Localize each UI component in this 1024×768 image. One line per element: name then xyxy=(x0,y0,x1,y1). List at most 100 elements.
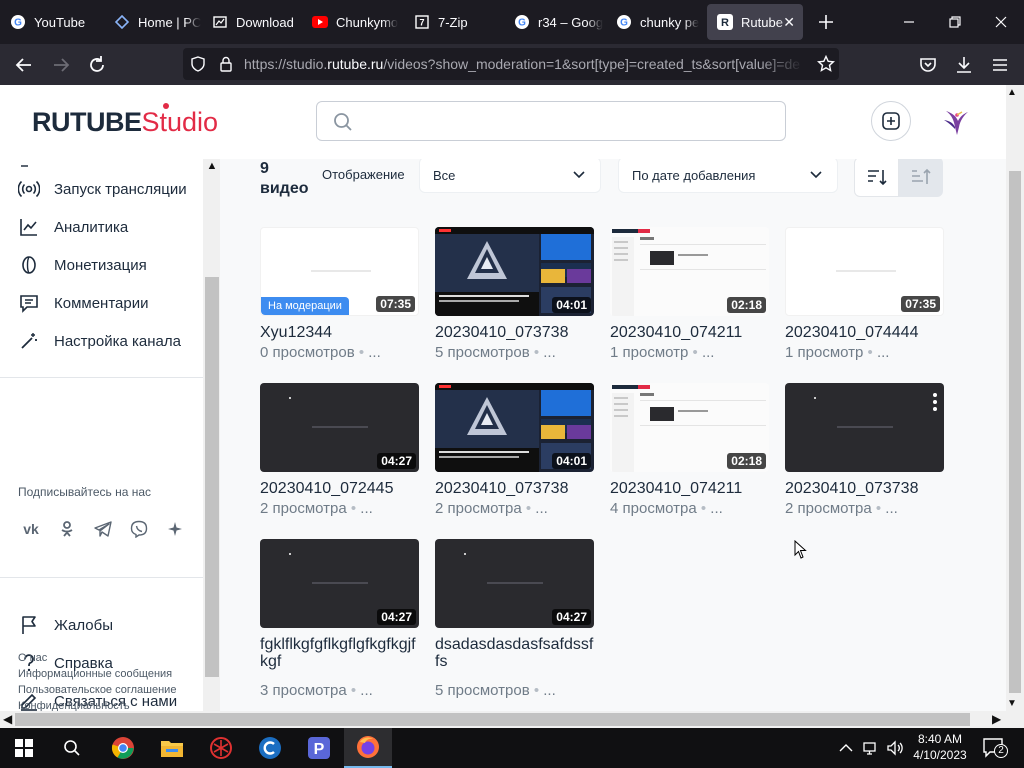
video-thumbnail[interactable]: 02:18 xyxy=(610,383,769,472)
video-title[interactable]: 20230410_074211 xyxy=(610,480,772,497)
video-title[interactable]: 20230410_074444 xyxy=(785,324,947,341)
video-title[interactable]: 20230410_072445 xyxy=(260,480,422,497)
video-title[interactable]: Xyu12344 xyxy=(260,324,422,341)
video-card[interactable]: 04:01 20230410_073738 5 просмотров • ... xyxy=(435,227,594,367)
magic-wand-icon xyxy=(21,333,37,349)
video-card[interactable]: 02:18 20230410_074211 1 просмотр • ... xyxy=(610,227,769,367)
taskbar-ccleaner[interactable] xyxy=(246,728,294,768)
sidebar-scrollbar-thumb[interactable] xyxy=(205,277,219,677)
video-title[interactable]: fgklflkgfgflkgflgfkgfkgjfkgf xyxy=(260,636,422,670)
volume-icon[interactable] xyxy=(885,738,905,758)
sort-select[interactable]: По дате добавления xyxy=(618,159,838,193)
footer-link-about[interactable]: О нас xyxy=(18,652,47,664)
video-title[interactable]: dsadasdasdasfsafdssffs xyxy=(435,636,597,670)
browser-tab-youtube[interactable]: G YouTube xyxy=(0,4,104,40)
sidebar-item-broadcast[interactable]: Запуск трансляции xyxy=(18,177,187,201)
video-thumbnail[interactable]: 07:35 На модерации xyxy=(260,227,419,316)
scroll-up-icon[interactable]: ▲ xyxy=(1007,87,1017,98)
viber-icon[interactable] xyxy=(125,515,153,543)
video-thumbnail[interactable]: 04:27 xyxy=(260,383,419,472)
browser-tab-home-pc[interactable]: Home | PC xyxy=(104,4,202,40)
address-bar[interactable]: https://studio.rutube.ru/videos?show_mod… xyxy=(183,48,839,80)
taskbar-firefox[interactable] xyxy=(344,728,392,768)
upload-video-button[interactable] xyxy=(871,101,911,141)
video-card[interactable]: 07:35 На модерации Xyu12344 0 просмотров • … xyxy=(260,227,419,367)
telegram-icon[interactable] xyxy=(89,515,117,543)
scroll-down-icon[interactable]: ▼ xyxy=(1007,698,1017,709)
more-options-icon[interactable] xyxy=(932,392,938,412)
forward-icon[interactable] xyxy=(50,54,72,76)
footer-link-user-agreement[interactable]: Пользовательское соглашение xyxy=(18,684,176,696)
video-thumbnail[interactable]: 04:27 xyxy=(435,539,594,628)
windows-start-button[interactable] xyxy=(0,728,48,768)
vk-icon[interactable]: vk xyxy=(17,515,45,543)
video-card[interactable]: 04:01 20230410_073738 2 просмотра • ... xyxy=(435,383,594,523)
shield-icon[interactable] xyxy=(190,56,206,72)
video-thumbnail[interactable]: 02:18 xyxy=(610,227,769,316)
video-title[interactable]: 20230410_073738 xyxy=(785,480,947,497)
video-thumbnail[interactable]: 04:01 xyxy=(435,227,594,316)
back-icon[interactable] xyxy=(13,54,35,76)
video-title[interactable]: 20230410_073738 xyxy=(435,324,597,341)
display-filter-select[interactable]: Все xyxy=(419,159,601,193)
new-tab-icon[interactable] xyxy=(816,12,836,32)
url-text[interactable]: https://studio.rutube.ru/videos?show_mod… xyxy=(244,56,804,72)
sidebar-scroll-up-icon[interactable]: ▲ xyxy=(205,159,219,173)
video-thumbnail[interactable] xyxy=(785,383,944,472)
page-vertical-scrollbar-thumb[interactable] xyxy=(1009,171,1021,693)
ok-icon[interactable] xyxy=(53,515,81,543)
sidebar-item-analytics[interactable]: Аналитика xyxy=(18,215,128,239)
avatar[interactable] xyxy=(936,103,974,141)
network-icon[interactable] xyxy=(861,738,881,758)
sidebar-item-complaints[interactable]: Жалобы xyxy=(18,613,113,637)
video-card[interactable]: 07:35 20230410_074444 1 просмотр • ... xyxy=(785,227,944,367)
taskbar-p-app[interactable]: P xyxy=(295,728,343,768)
browser-tab-chunky-google[interactable]: G chunky pe xyxy=(606,4,706,40)
video-thumbnail[interactable]: 04:27 xyxy=(260,539,419,628)
close-window-icon[interactable] xyxy=(991,12,1011,32)
minimize-icon[interactable] xyxy=(899,12,919,32)
hamburger-menu-icon[interactable] xyxy=(989,54,1011,76)
page-horizontal-scrollbar-thumb[interactable] xyxy=(15,713,970,726)
taskbar-clock[interactable]: 8:40 AM 4/10/2023 xyxy=(911,731,969,763)
video-title[interactable]: 20230410_074211 xyxy=(610,324,772,341)
scroll-right-icon[interactable]: ▶ xyxy=(992,712,1001,726)
sidebar-item-cut-off[interactable] xyxy=(18,159,54,171)
downloads-icon[interactable] xyxy=(953,54,975,76)
scroll-left-icon[interactable]: ◀ xyxy=(3,712,12,726)
restore-icon[interactable] xyxy=(945,12,965,32)
video-card[interactable]: 02:18 20230410_074211 4 просмотра • ... xyxy=(610,383,769,523)
more-social-icon[interactable] xyxy=(161,515,189,543)
reload-icon[interactable] xyxy=(86,54,108,76)
browser-tab-rutube[interactable]: R Rutube ✕ xyxy=(707,4,803,40)
sort-ascending-button[interactable] xyxy=(899,159,943,197)
browser-tab-7zip[interactable]: 7 7-Zip xyxy=(404,4,504,40)
taskbar-davinci[interactable] xyxy=(197,728,245,768)
tray-chevron-up-icon[interactable] xyxy=(836,738,856,758)
lock-icon[interactable] xyxy=(219,56,233,72)
browser-tab-chunkymo[interactable]: Chunkymo xyxy=(302,4,404,40)
video-card[interactable]: 04:27 dsadasdasdasfsafdssffs 5 просмотров … xyxy=(435,539,597,699)
video-card[interactable]: 04:27 fgklflkgfgflkgflgfkgfkgjfkgf 3 просм… xyxy=(260,539,422,699)
sidebar-item-channel-settings[interactable]: Настройка канала xyxy=(18,329,181,353)
pocket-icon[interactable] xyxy=(917,54,939,76)
rutube-studio-logo[interactable]: RUTUBEStudio xyxy=(32,103,218,138)
video-thumbnail[interactable]: 07:35 xyxy=(785,227,944,316)
notification-center-button[interactable]: 2 xyxy=(982,736,1008,760)
taskbar-search-button[interactable] xyxy=(48,728,96,768)
video-thumbnail[interactable]: 04:01 xyxy=(435,383,594,472)
browser-tab-download[interactable]: Download xyxy=(202,4,302,40)
browser-tab-r34-google[interactable]: G r34 – Goog xyxy=(504,4,606,40)
close-tab-icon[interactable]: ✕ xyxy=(783,14,795,31)
taskbar-file-explorer[interactable] xyxy=(148,728,196,768)
sidebar-item-monetization[interactable]: Монетизация xyxy=(18,253,147,277)
video-title[interactable]: 20230410_073738 xyxy=(435,480,597,497)
search-input[interactable] xyxy=(316,101,786,141)
sort-descending-button[interactable] xyxy=(854,159,899,197)
video-card[interactable]: 20230410_073738 2 просмотра • ... xyxy=(785,383,944,523)
video-card[interactable]: 04:27 20230410_072445 2 просмотра • ... xyxy=(260,383,419,523)
taskbar-chrome[interactable] xyxy=(99,728,147,768)
bookmark-star-icon[interactable] xyxy=(817,55,835,73)
footer-link-info-messages[interactable]: Информационные сообщения xyxy=(18,668,172,680)
sidebar-item-comments[interactable]: Комментарии xyxy=(18,291,148,315)
